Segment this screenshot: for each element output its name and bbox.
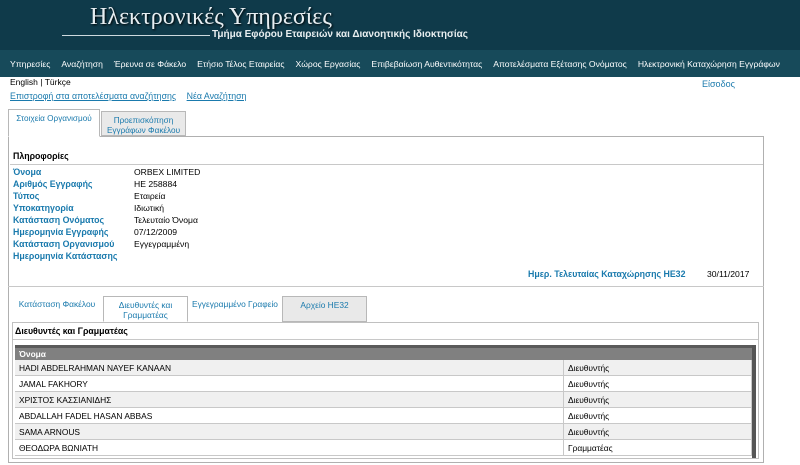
field-label-status-date: Ημερομηνία Κατάστασης: [13, 251, 118, 261]
login-link[interactable]: Είσοδος: [702, 79, 735, 89]
director-name: ΘΕΟΔΩΡΑ ΒΩΝΙΑΤΗ: [15, 439, 564, 456]
tab-documents-preview[interactable]: Προεπισκόπηση Εγγράφων Φακέλου: [101, 111, 186, 136]
field-label-type: Τύπος: [13, 191, 40, 201]
field-value-reg-date: 07/12/2009: [134, 227, 178, 237]
field-value-name: ORBEX LIMITED: [134, 167, 201, 177]
director-name: ΧΡΙΣΤΟΣ ΚΑΣΣΙΑΝΙΔΗΣ: [15, 391, 564, 408]
director-name: ABDALLAH FADEL HASAN ABBAS: [15, 407, 564, 424]
site-title: Ηλεκτρονικές Υπηρεσίες: [90, 4, 332, 30]
director-role: Διευθυντής: [563, 391, 752, 408]
title-underline: [62, 35, 210, 36]
field-value-type: Εταιρεία: [134, 191, 166, 201]
nav-search[interactable]: Αναζήτηση: [61, 59, 103, 69]
field-value-reg-number: HE 258884: [134, 179, 178, 189]
tab-organization-details[interactable]: Στοιχεία Οργανισμού: [8, 109, 100, 137]
back-to-results-link[interactable]: Επιστροφή στα αποτελέσματα αναζήτησης: [10, 91, 176, 101]
field-label-name-status: Κατάσταση Ονόματος: [13, 215, 105, 225]
director-role: Διευθυντής: [563, 407, 752, 424]
field-value-subcategory: Ιδιωτική: [134, 203, 165, 213]
column-name-header: Όνομα: [15, 345, 752, 360]
field-value-name-status: Τελευταίο Όνομα: [134, 215, 198, 225]
subtab-registered-office[interactable]: Εγγεγραμμένο Γραφείο: [188, 296, 282, 322]
department-name: Τμήμα Εφόρου Εταιρειών και Διανοητικής Ι…: [212, 29, 468, 40]
lang-turkish[interactable]: Türkçe: [45, 77, 71, 87]
director-name: SAMA ARNOUS: [15, 423, 564, 440]
nav-annual-fee[interactable]: Ετήσιο Τέλος Εταιρείας: [197, 59, 284, 69]
field-label-org-status: Κατάσταση Οργανισμού: [13, 239, 115, 249]
subtab-he32-archive[interactable]: Αρχείο HE32: [282, 296, 367, 322]
director-name: HADI ABDELRAHMAN NAYEF KANAAN: [15, 360, 564, 376]
table-row: SAMA ARNOUS Διευθυντής: [15, 423, 752, 440]
last-he32-label: Ημερ. Τελευταίας Καταχώρησης HE32: [528, 269, 686, 279]
director-role: Διευθυντής: [563, 360, 752, 376]
directors-table: Όνομα HADI ABDELRAHMAN NAYEF KANAAN Διευ…: [15, 345, 752, 456]
table-row: ΘΕΟΔΩΡΑ ΒΩΝΙΑΤΗ Γραμματέας: [15, 439, 752, 456]
nav-name-results[interactable]: Αποτελέσματα Εξέτασης Ονόματος: [493, 59, 627, 69]
table-row: ABDALLAH FADEL HASAN ABBAS Διευθυντής: [15, 407, 752, 424]
director-role: Διευθυντής: [563, 423, 752, 440]
lang-separator: |: [40, 77, 43, 87]
field-value-org-status: Εγγεγραμμένη: [134, 239, 190, 249]
director-role: Γραμματέας: [563, 439, 752, 456]
table-row: JAMAL FAKHORY Διευθυντής: [15, 375, 752, 392]
field-label-name: Όνομα: [13, 167, 42, 177]
last-he32-value: 30/11/2017: [707, 269, 750, 279]
nav-authenticity[interactable]: Επιβεβαίωση Αυθεντικότητας: [371, 59, 482, 69]
language-switcher: English | Türkçe: [10, 77, 71, 87]
search-links: Επιστροφή στα αποτελέσματα αναζήτησης Νέ…: [10, 91, 254, 101]
nav-workspace[interactable]: Χώρος Εργασίας: [295, 59, 360, 69]
new-search-link[interactable]: Νέα Αναζήτηση: [187, 91, 247, 101]
table-row: HADI ABDELRAHMAN NAYEF KANAAN Διευθυντής: [15, 360, 752, 376]
subtab-directors[interactable]: Διευθυντές και Γραμματέας: [103, 296, 188, 322]
lang-english[interactable]: English: [10, 77, 38, 87]
nav-file-research[interactable]: Έρευνα σε Φάκελο: [114, 59, 186, 69]
site-header: Ηλεκτρονικές Υπηρεσίες Τμήμα Εφόρου Εται…: [0, 0, 800, 50]
main-nav: Υπηρεσίες Αναζήτηση Έρευνα σε Φάκελο Ετή…: [0, 50, 800, 77]
nav-e-filing[interactable]: Ηλεκτρονική Καταχώρηση Εγγράφων: [638, 59, 780, 69]
field-label-subcategory: Υποκατηγορία: [13, 203, 74, 213]
subtabs-separator: [8, 286, 764, 287]
field-label-reg-date: Ημερομηνία Εγγραφής: [13, 227, 109, 237]
info-section-title: Πληροφορίες: [13, 151, 69, 161]
director-role: Διευθυντής: [563, 375, 752, 392]
directors-separator: [13, 339, 758, 340]
directors-section-title: Διευθυντές και Γραμματέας: [15, 326, 128, 336]
info-separator: [10, 164, 763, 165]
table-header-row: Όνομα: [15, 345, 752, 360]
field-label-reg-number: Αριθμός Εγγραφής: [13, 179, 93, 189]
table-shadow: [752, 345, 756, 458]
subtab-file-status[interactable]: Κατάσταση Φακέλου: [12, 296, 102, 322]
table-row: ΧΡΙΣΤΟΣ ΚΑΣΣΙΑΝΙΔΗΣ Διευθυντής: [15, 391, 752, 408]
director-name: JAMAL FAKHORY: [15, 375, 564, 392]
nav-services[interactable]: Υπηρεσίες: [10, 59, 50, 69]
